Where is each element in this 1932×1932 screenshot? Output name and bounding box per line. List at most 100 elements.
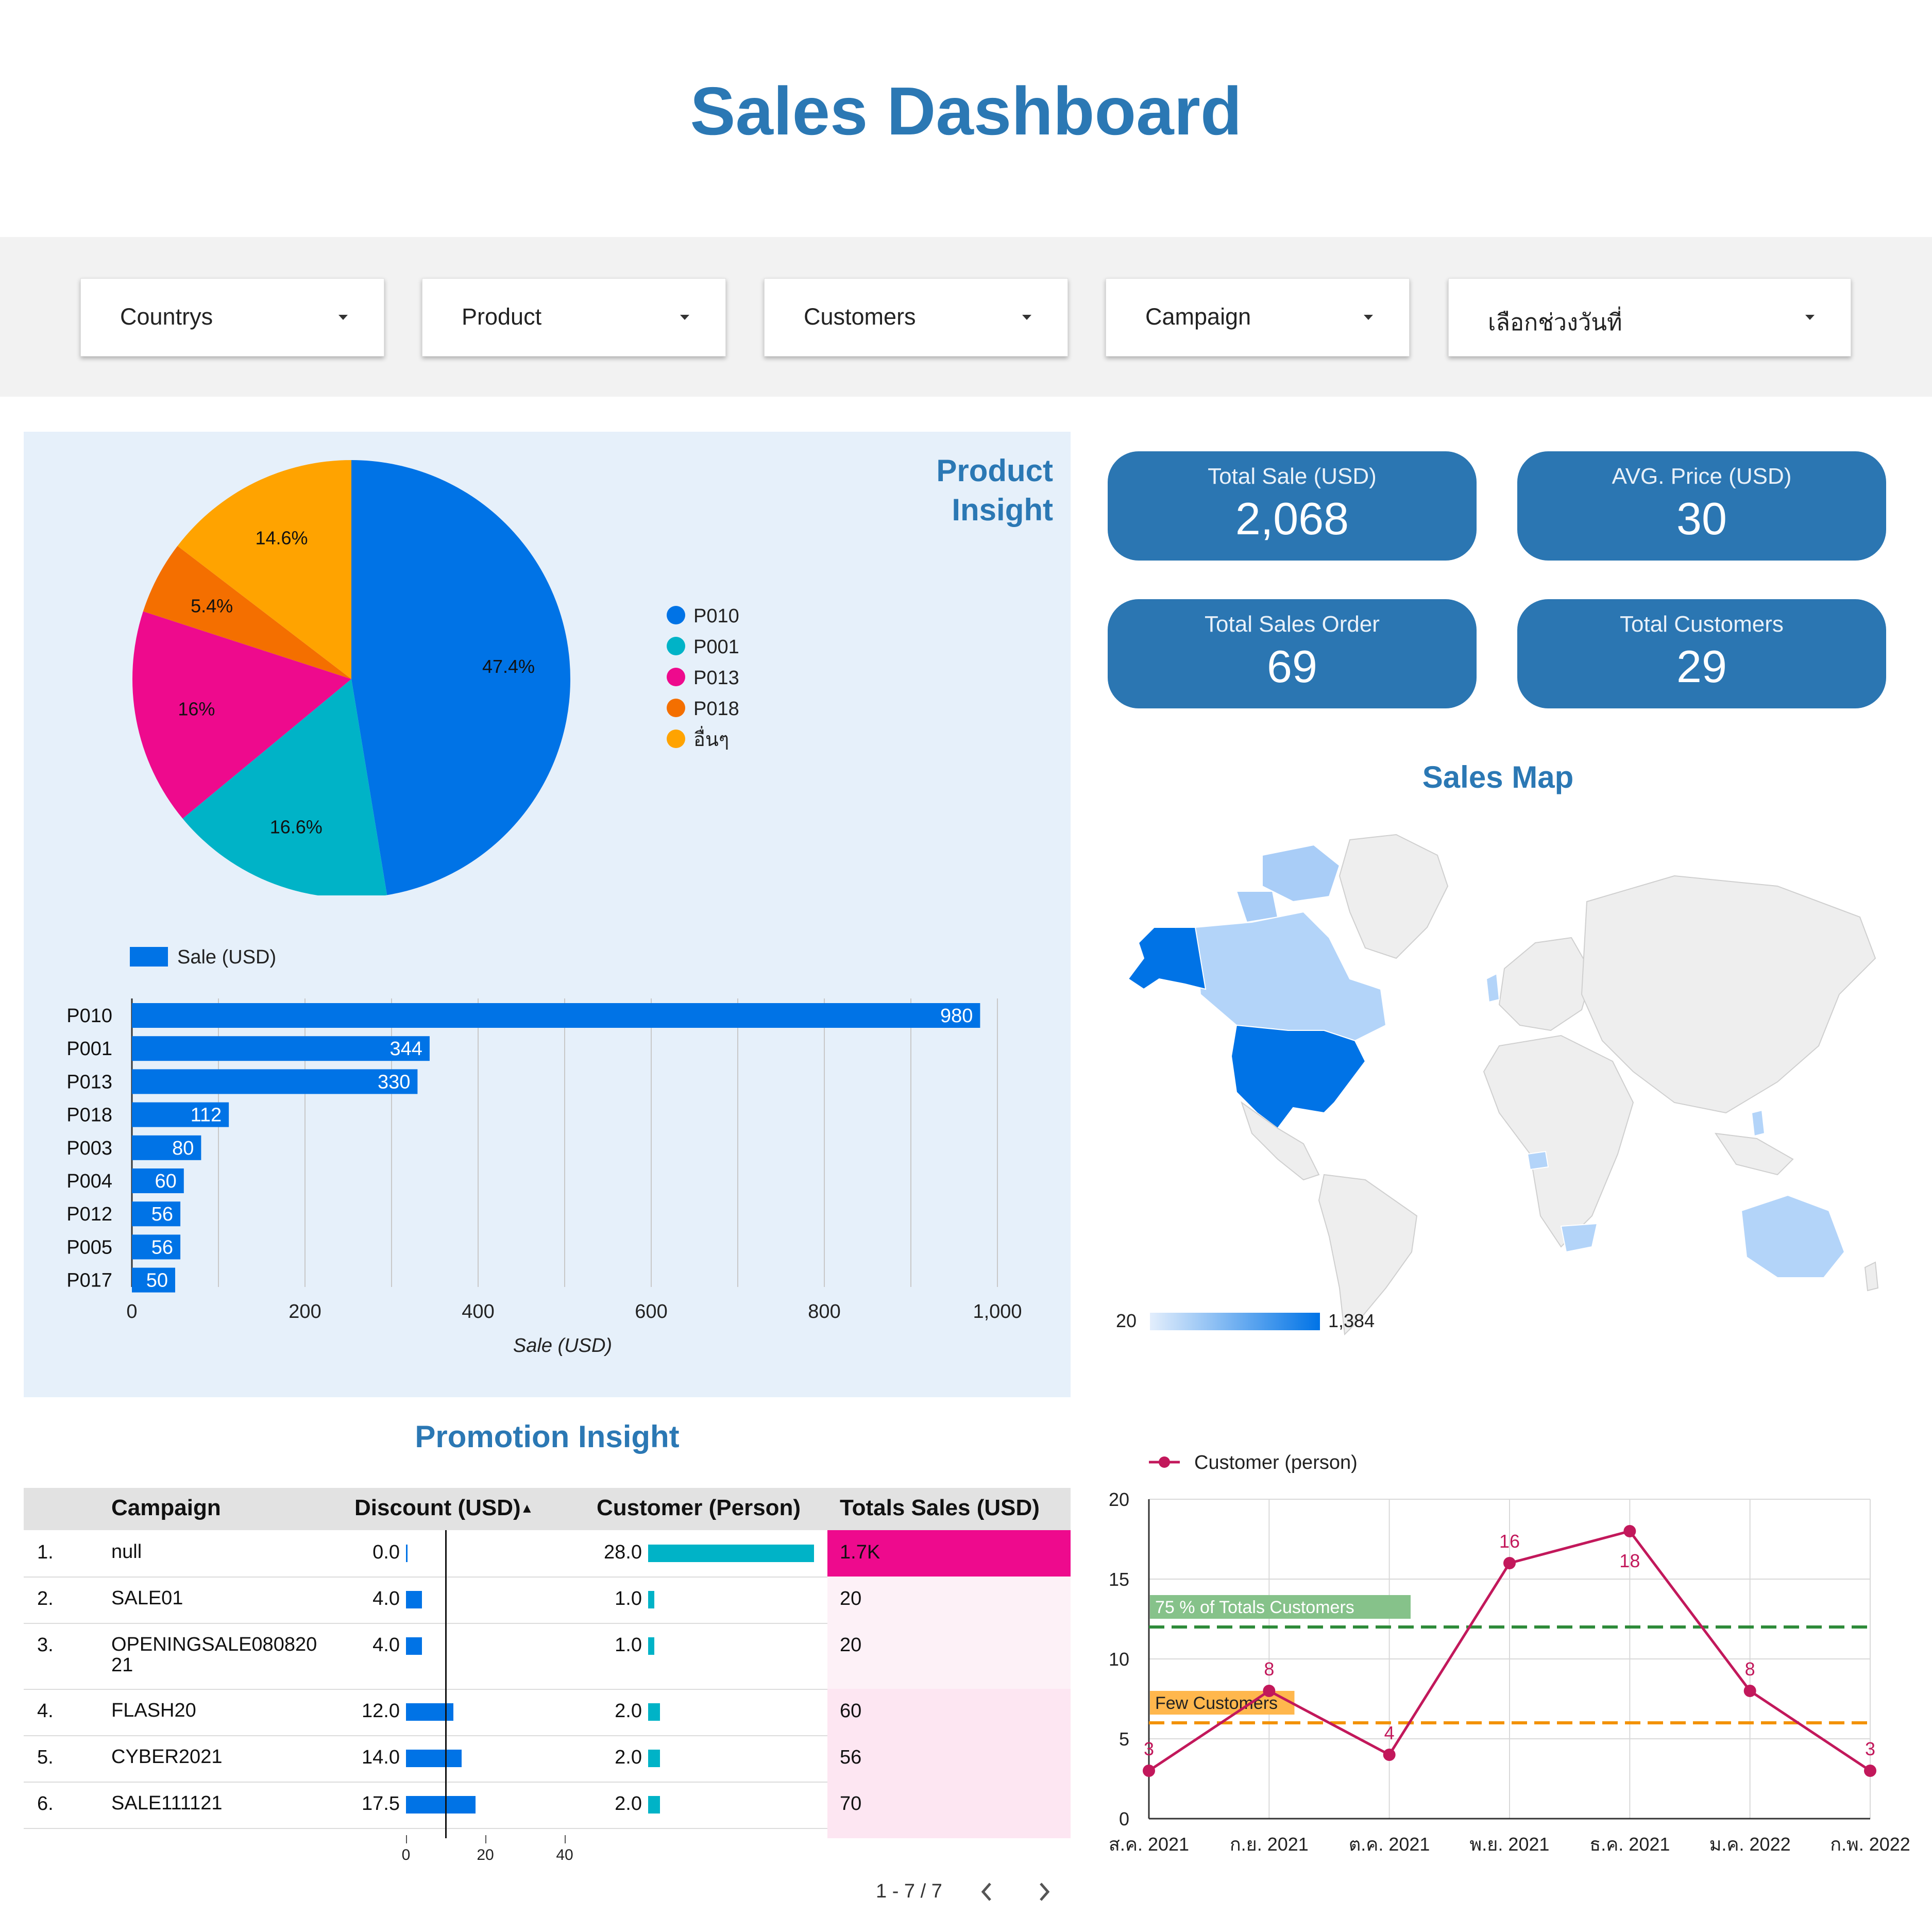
map-region-asia <box>1581 875 1876 1114</box>
customer-bar <box>648 1796 660 1814</box>
campaign-name: SALE111121 <box>111 1792 223 1814</box>
line-data-label: 8 <box>1264 1658 1274 1680</box>
customer-value: 28.0 <box>604 1541 642 1563</box>
map-region-nigeria <box>1527 1150 1549 1171</box>
sales-map-title: Sales Map <box>1422 760 1574 794</box>
header-customer[interactable]: Customer (Person) <box>597 1495 801 1521</box>
bar-category-label: P018 <box>66 1105 112 1126</box>
kpi-avg-price: AVG. Price (USD) 30 <box>1517 451 1886 561</box>
map-legend-gradient <box>1150 1313 1320 1330</box>
dropdown-caret-icon <box>338 315 348 320</box>
total-sales-value: 70 <box>840 1793 862 1815</box>
table-row[interactable]: 2. SALE01 4.0 1.0 20 <box>24 1577 1071 1624</box>
legend-label[interactable]: Sale (USD) <box>177 947 276 968</box>
bar-category-label: P013 <box>66 1071 112 1093</box>
bar-category-label: P004 <box>66 1171 112 1192</box>
discount-axis-tick <box>565 1835 566 1843</box>
discount-axis-label: 0 <box>401 1846 411 1863</box>
legend-swatch <box>667 606 685 624</box>
bar-category-label: P003 <box>66 1138 112 1159</box>
kpi-label: Total Customers <box>1620 612 1784 637</box>
filter-date-range[interactable]: เลือกช่วงวันที่ <box>1448 278 1851 357</box>
customer-value: 1.0 <box>615 1634 642 1656</box>
filter-product[interactable]: Product <box>422 278 726 357</box>
kpi-value: 30 <box>1676 493 1727 544</box>
kpi-total-sales-order: Total Sales Order 69 <box>1108 599 1477 708</box>
header-total-sales[interactable]: Totals Sales (USD) <box>840 1495 1040 1521</box>
map-region-canada <box>1194 911 1387 1042</box>
legend-label[interactable]: P013 <box>693 667 739 689</box>
bar-x-tick: 400 <box>462 1301 494 1323</box>
map-region-philippines <box>1751 1109 1766 1137</box>
line-point[interactable] <box>1743 1685 1756 1697</box>
discount-bar <box>406 1703 454 1721</box>
sales-cell-bg <box>827 1735 1071 1782</box>
kpi-label: Total Sale (USD) <box>1208 464 1377 489</box>
sort-ascending-icon[interactable]: ▲ <box>520 1500 534 1516</box>
line-data-label: 3 <box>1865 1738 1875 1759</box>
reference-line-label: 75 % of Totals Customers <box>1155 1598 1354 1617</box>
header-campaign[interactable]: Campaign <box>111 1495 221 1521</box>
discount-axis-label: 40 <box>556 1846 573 1863</box>
filter-campaign[interactable]: Campaign <box>1106 278 1410 357</box>
kpi-value: 29 <box>1676 641 1727 692</box>
dropdown-caret-icon <box>680 315 689 320</box>
bar-mark[interactable] <box>132 1003 980 1028</box>
customer-bar <box>648 1703 660 1721</box>
line-data-label: 4 <box>1384 1722 1395 1743</box>
row-index: 1. <box>37 1541 54 1563</box>
line-x-tick: ต.ค. 2021 <box>1349 1834 1430 1855</box>
campaign-name: FLASH20 <box>111 1700 196 1721</box>
legend-label[interactable]: Customer (person) <box>1194 1452 1358 1473</box>
chevron-right-icon[interactable] <box>1033 1879 1054 1904</box>
table-row[interactable]: 1. null 0.0 28.0 1.7K <box>24 1530 1071 1578</box>
pagination-label: 1 - 7 / 7 <box>876 1880 942 1902</box>
map-region-africa <box>1483 1035 1634 1248</box>
product-insight-panel: Product Insight 47.4% 16.6% 16% 5.4% 14.6% P… <box>24 432 1071 1397</box>
bar-mark[interactable] <box>132 1069 418 1094</box>
table-row[interactable]: 6. SALE111121 17.5 2.0 70 <box>24 1782 1071 1829</box>
legend-swatch <box>667 699 685 717</box>
line-point[interactable] <box>1623 1525 1636 1537</box>
legend-label[interactable]: P001 <box>693 636 739 658</box>
discount-axis-label: 20 <box>477 1846 494 1863</box>
map-region-australia <box>1740 1194 1845 1278</box>
header-discount[interactable]: Discount (USD) <box>354 1495 521 1521</box>
pie-slice-label: 16.6% <box>270 817 323 838</box>
map-region-se-asia <box>1714 1132 1794 1176</box>
filter-label: Customers <box>804 303 916 330</box>
table-row[interactable]: 3. OPENINGSALE08082021 4.0 1.0 20 <box>24 1623 1071 1690</box>
table-row[interactable]: 4. FLASH20 12.0 2.0 60 <box>24 1689 1071 1736</box>
total-sales-value: 56 <box>840 1747 862 1768</box>
line-point[interactable] <box>1864 1765 1876 1777</box>
legend-label[interactable]: P010 <box>693 605 739 627</box>
legend-label[interactable]: อื่นๆ <box>693 726 729 751</box>
line-point[interactable] <box>1383 1749 1396 1761</box>
filter-countrys[interactable]: Countrys <box>80 278 384 357</box>
pie-slice[interactable] <box>351 460 570 895</box>
bar-x-tick: 1,000 <box>973 1301 1022 1323</box>
line-point[interactable] <box>1503 1557 1516 1569</box>
line-point[interactable] <box>1263 1685 1276 1697</box>
kpi-label: Total Sales Order <box>1205 612 1380 637</box>
legend-swatch <box>130 947 168 967</box>
line-data-label: 8 <box>1745 1658 1755 1680</box>
bar-category-label: P005 <box>66 1236 112 1258</box>
bar-category-label: P017 <box>66 1270 112 1292</box>
legend-label[interactable]: P018 <box>693 698 739 720</box>
legend-swatch <box>667 668 685 686</box>
filter-customers[interactable]: Customers <box>764 278 1068 357</box>
discount-value: 0.0 <box>372 1541 400 1563</box>
chevron-left-icon[interactable] <box>977 1879 997 1904</box>
bar-mark[interactable] <box>132 1036 430 1061</box>
line-point[interactable] <box>1143 1765 1155 1777</box>
line-y-tick: 15 <box>1109 1569 1129 1590</box>
map-region-arctic-islands <box>1262 844 1341 903</box>
table-row[interactable]: 5. CYBER2021 14.0 2.0 56 <box>24 1735 1071 1783</box>
line-x-tick: พ.ย. 2021 <box>1470 1834 1550 1855</box>
total-sales-value: 20 <box>840 1634 862 1656</box>
discount-bar <box>406 1750 462 1767</box>
line-y-tick: 20 <box>1109 1489 1129 1510</box>
discount-value: 17.5 <box>362 1793 400 1815</box>
row-index: 2. <box>37 1588 54 1609</box>
